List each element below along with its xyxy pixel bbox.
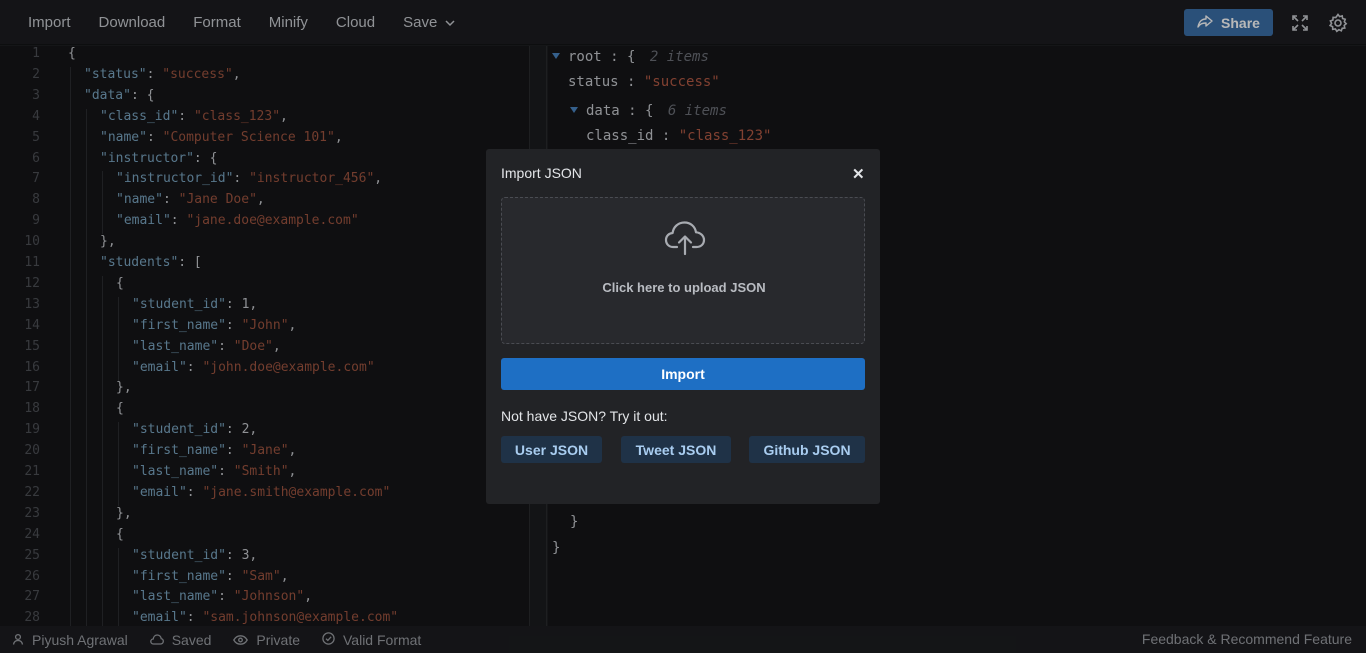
- upload-text: Click here to upload JSON: [602, 280, 766, 295]
- close-icon[interactable]: ✕: [852, 165, 865, 183]
- github-json-button[interactable]: Github JSON: [749, 436, 865, 463]
- cloud-upload-icon: [664, 220, 706, 256]
- import-button[interactable]: Import: [501, 358, 865, 390]
- user-json-button[interactable]: User JSON: [501, 436, 602, 463]
- try-it-label: Not have JSON? Try it out:: [501, 408, 668, 424]
- app-root: Import Download Format Minify Cloud Save…: [0, 0, 1366, 653]
- upload-dropzone[interactable]: Click here to upload JSON: [501, 197, 865, 344]
- import-json-modal: Import JSON ✕ Click here to upload JSON …: [486, 149, 880, 504]
- modal-title: Import JSON: [501, 165, 582, 181]
- tweet-json-button[interactable]: Tweet JSON: [621, 436, 731, 463]
